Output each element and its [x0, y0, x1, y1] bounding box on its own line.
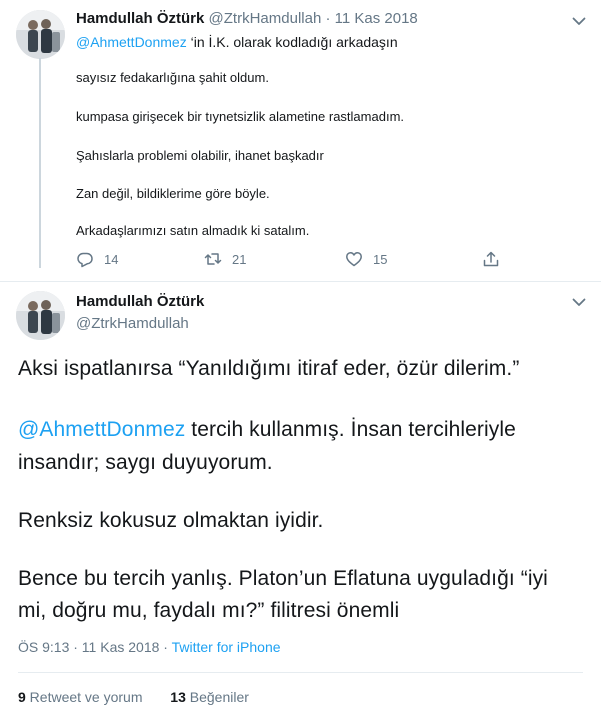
- avatar-photo: [16, 10, 65, 59]
- separator: ·: [325, 10, 331, 27]
- reply-count: 14: [104, 251, 119, 267]
- tweet-body-line: mi, doğru mu, faydalı mı?” filitresi öne…: [18, 599, 400, 622]
- avatar-photo: [16, 291, 65, 340]
- tweet-body-line: @AhmettDonmez tercih kullanmış. İnsan te…: [18, 415, 516, 445]
- reply-button[interactable]: 14: [76, 250, 118, 268]
- like-button[interactable]: 15: [345, 250, 387, 268]
- user-handle[interactable]: @ZtrkHamdullah: [209, 10, 322, 27]
- tweet-text-line: sayısız fedakarlığına şahit oldum.: [76, 70, 269, 85]
- retweet-button[interactable]: 21: [204, 250, 246, 268]
- tweet-header: Hamdullah Öztürk @ZtrkHamdullah · 11 Kas…: [76, 10, 418, 27]
- mention-link[interactable]: @AhmettDonmez: [76, 34, 187, 50]
- retweet-icon: [204, 253, 222, 265]
- tweet-text-first-line: @AhmettDonmez ‘in İ.K. olarak kodladığı …: [76, 34, 398, 50]
- display-name[interactable]: Hamdullah Öztürk: [76, 10, 204, 27]
- tweet-text-line: Şahıslarla problemi olabilir, ihanet baş…: [76, 148, 324, 163]
- like-count: 15: [373, 251, 388, 267]
- like-stat-label: Beğeniler: [185, 689, 249, 705]
- chevron-down-icon[interactable]: [570, 12, 588, 30]
- tweet-source-link[interactable]: Twitter for iPhone: [172, 639, 281, 655]
- tweet-text-line: Arkadaşlarımızı satın almadık ki satalım…: [76, 223, 310, 238]
- tweet-meta: ÖS 9:13 · 11 Kas 2018 · Twitter for iPho…: [18, 639, 281, 655]
- avatar[interactable]: [16, 10, 65, 59]
- tweet-parent[interactable]: Hamdullah Öztürk @ZtrkHamdullah · 11 Kas…: [0, 0, 601, 282]
- tweet-text-line: kumpasa girişecek bir tıynetsizlik alame…: [76, 109, 405, 124]
- mention-link[interactable]: @AhmettDonmez: [18, 418, 185, 441]
- thread-connector: [39, 58, 41, 268]
- share-icon: [483, 251, 499, 267]
- tweet-body-line: Bence bu tercih yanlış. Platon’un Eflatu…: [18, 567, 548, 590]
- share-button[interactable]: [482, 250, 500, 268]
- like-stat-count: 13: [170, 689, 186, 705]
- retweet-count: 21: [232, 251, 247, 267]
- retweet-stat[interactable]: 9 Retweet ve yorum: [18, 689, 143, 705]
- tweet-body-line: Renksiz kokusuz olmaktan iyidir.: [18, 509, 324, 532]
- retweet-stat-label: Retweet ve yorum: [25, 689, 143, 705]
- tweet-time[interactable]: 11 Kas 2018: [335, 10, 418, 27]
- like-stat[interactable]: 13 Beğeniler: [170, 689, 249, 705]
- display-name[interactable]: Hamdullah Öztürk: [76, 293, 204, 310]
- like-icon: [346, 252, 362, 267]
- avatar[interactable]: [16, 291, 65, 340]
- divider: [18, 672, 583, 673]
- tweet-stats: 9 Retweet ve yorum 13 Beğeniler: [18, 689, 249, 705]
- user-handle[interactable]: @ZtrkHamdullah: [76, 315, 189, 332]
- retweet-stat-count: 9: [18, 689, 26, 705]
- tweet-body-line: insandır; saygı duyuyorum.: [18, 451, 273, 474]
- tweet-body-line: Aksi ispatlanırsa “Yanıldığımı itiraf ed…: [18, 357, 520, 380]
- tweet-text-line: Zan değil, bildiklerime göre böyle.: [76, 186, 270, 201]
- reply-icon: [77, 252, 93, 268]
- reply-text: ‘in İ.K. olarak kodladığı arkadaşın: [186, 34, 398, 50]
- tweet-body-text: tercih kullanmış. İnsan tercihleriyle: [185, 418, 516, 441]
- tweet-timestamp[interactable]: ÖS 9:13 · 11 Kas 2018 ·: [18, 639, 172, 655]
- chevron-down-icon[interactable]: [570, 293, 588, 311]
